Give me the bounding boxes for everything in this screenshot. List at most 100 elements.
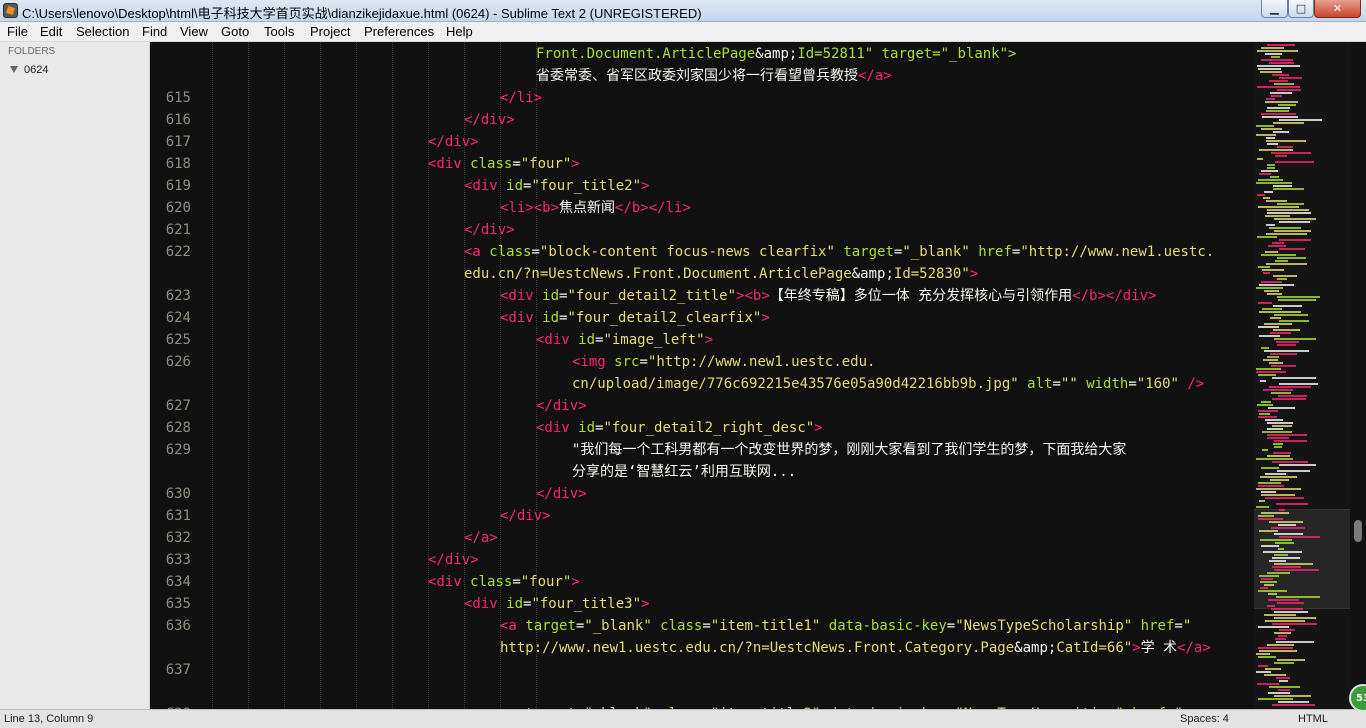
minimap[interactable] [1254,42,1350,709]
menu-project[interactable]: Project [310,24,350,39]
code-line[interactable]: <a target="_blank" class="item-title1" d… [500,615,1191,637]
code-line[interactable]: <a class="block-content focus-news clear… [464,241,1214,263]
syntax-mode[interactable]: HTML [1298,713,1328,725]
menu-bar: File Edit Selection Find View Goto Tools Projec… [0,22,1366,42]
minimap-line [1258,485,1284,487]
minimap-line [1274,662,1294,664]
code-token: = [702,618,711,634]
code-line[interactable]: <div id="image_left"> [536,329,713,351]
minimap-line [1273,305,1302,307]
scrollbar-thumb[interactable] [1354,520,1362,542]
menu-file[interactable]: File [7,24,28,39]
minimap-line [1279,509,1285,511]
minimap-line [1267,107,1290,109]
minimap-line [1275,260,1288,262]
code-token: http://www.new1.uestc.edu.cn/?n=UestcNew… [500,640,1015,656]
code-line[interactable]: <div id="four_title3"> [464,593,649,615]
minimap-line [1277,470,1310,472]
code-line[interactable]: Front.Document.ArticlePage&amp;Id=52811"… [536,43,1016,65]
code-line[interactable]: </li> [500,87,542,109]
minimap-line [1270,317,1281,319]
menu-selection[interactable]: Selection [76,24,129,39]
menu-edit[interactable]: Edit [40,24,62,39]
minimap-line [1274,632,1291,634]
code-line[interactable]: </a> [464,527,498,549]
minimap-line [1269,386,1311,388]
code-editor[interactable]: Front.Document.ArticlePage&amp;Id=52811"… [150,42,1254,709]
minimap-line [1268,599,1299,601]
minimap-line [1279,221,1310,223]
menu-goto[interactable]: Goto [221,24,249,39]
minimap-line [1267,437,1289,439]
minimap-line [1256,371,1286,373]
code-line[interactable]: http://www.new1.uestc.edu.cn/?n=UestcNew… [500,637,1211,659]
code-line[interactable]: <div id="four_title2"> [464,175,649,197]
menu-help[interactable]: Help [446,24,473,39]
minimap-line [1279,239,1311,241]
code-token: target [525,618,576,634]
code-line[interactable]: edu.cn/?n=UestcNews.Front.Document.Artic… [464,263,978,285]
folder-item-0624[interactable]: 0624 [10,64,48,76]
code-token: </div> [500,508,551,524]
minimap-line [1256,182,1292,184]
code-line[interactable]: <div class="four"> [428,153,580,175]
minimap-line [1278,299,1316,301]
code-line[interactable]: </div> [464,219,515,241]
minimap-line [1260,476,1297,478]
code-token: <div [428,574,471,590]
code-line[interactable]: </div> [500,505,551,527]
code-line[interactable]: </div> [464,109,515,131]
minimap-line [1268,593,1277,595]
code-line[interactable]: <div id="four_detail2_title"><b>【年终专稿】多位… [500,285,1156,307]
minimap-line [1264,191,1273,193]
code-line[interactable]: <div class="four"> [428,571,580,593]
maximize-button[interactable]: □ [1288,0,1314,18]
code-line[interactable]: <div id="four_detail2_clearfix"> [500,307,770,329]
indentation-setting[interactable]: Spaces: 4 [1180,713,1229,725]
code-line[interactable]: <img src="http://www.new1.uestc.edu. [572,351,875,373]
line-number: 626 [165,354,191,370]
vertical-scrollbar[interactable] [1350,42,1366,709]
menu-view[interactable]: View [180,24,208,39]
minimap-line [1278,104,1296,106]
minimap-line [1278,635,1287,637]
minimize-button[interactable]: ▁ [1261,0,1288,18]
menu-tools[interactable]: Tools [264,24,294,39]
minimap-line [1267,209,1309,211]
triangle-down-icon[interactable] [10,66,18,73]
line-number: 627 [165,398,191,414]
folders-header: FOLDERS [8,46,56,57]
minimap-line [1258,416,1277,418]
minimap-line [1258,68,1281,70]
code-line[interactable]: </div> [428,549,479,571]
minimap-line [1260,71,1282,73]
menu-find[interactable]: Find [142,24,167,39]
minimap-line [1257,236,1277,238]
minimap-line [1256,125,1274,127]
code-line[interactable]: <li><b>焦点新闻</b></li> [500,197,691,219]
code-token: id [578,420,596,436]
code-token: <li><b> [500,200,560,216]
minimap-line [1264,323,1292,325]
code-token: class [470,574,513,590]
minimap-line [1273,188,1304,190]
code-token: = [946,618,956,634]
minimap-line [1274,533,1303,535]
code-line[interactable]: 分享的是‘智慧红云’利用互联网... [572,461,796,483]
code-token: </li> [500,90,543,106]
line-number: 623 [165,288,191,304]
minimap-line [1274,218,1316,220]
code-line[interactable]: <div id="four_detail2_right_desc"> [536,417,823,439]
menu-preferences[interactable]: Preferences [364,24,434,39]
minimap-line [1256,671,1271,673]
code-line[interactable]: cn/upload/image/776c692215e43576e05a90d4… [572,373,1204,395]
minimap-line [1269,227,1301,229]
close-button[interactable]: ✕ [1314,0,1361,18]
minimap-line [1267,605,1275,607]
code-line[interactable]: "我们每一个工科男都有一个改变世界的梦，刚刚大家看到了我们学生的梦，下面我给大家 [572,439,1126,461]
line-number: 637 [165,662,191,678]
code-line[interactable]: </div> [428,131,479,153]
code-line[interactable]: </div> [536,483,587,505]
code-line[interactable]: </div> [536,395,587,417]
code-line[interactable]: 省委常委、省军区政委刘家国少将一行看望曾兵教授</a> [536,65,892,87]
